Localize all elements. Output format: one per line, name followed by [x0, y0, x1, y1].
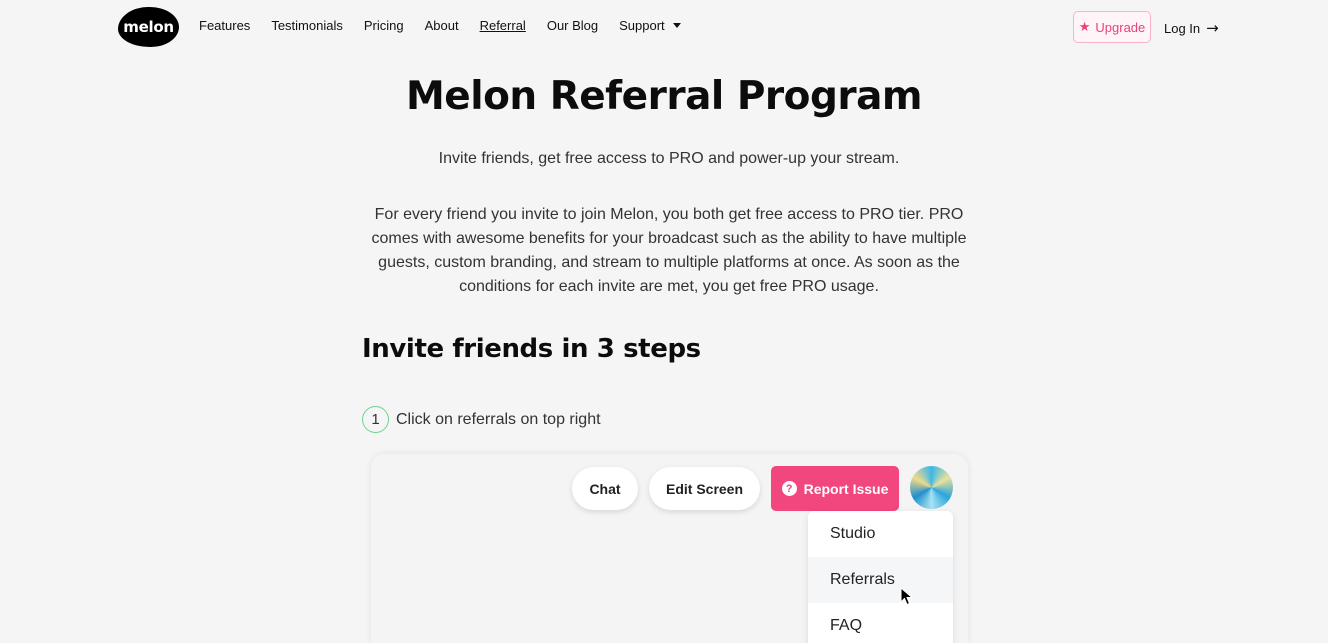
edit-screen-button: Edit Screen — [649, 467, 760, 510]
menu-item-referrals: Referrals — [808, 557, 953, 603]
star-icon: ★ — [1078, 19, 1091, 34]
nav-link-about[interactable]: About — [425, 18, 459, 33]
caret-down-icon — [672, 23, 681, 28]
page-subtitle: Invite friends, get free access to PRO a… — [438, 150, 900, 167]
support-label: Support — [619, 18, 665, 33]
step-1-text: Click on referrals on top right — [396, 410, 601, 428]
login-label: Log In — [1164, 20, 1201, 36]
upgrade-label: Upgrade — [1095, 19, 1146, 35]
nav-link-testimonials[interactable]: Testimonials — [271, 18, 343, 33]
arrow-right-icon: → — [1206, 19, 1219, 37]
report-issue-button: ? Report Issue — [771, 466, 899, 511]
upgrade-button[interactable]: ★ Upgrade — [1073, 11, 1151, 43]
nav-links: Features Testimonials Pricing About Refe… — [199, 18, 702, 33]
nav-support-dropdown[interactable]: Support — [619, 18, 681, 33]
nav-link-pricing[interactable]: Pricing — [364, 18, 404, 33]
step-1: 1 Click on referrals on top right — [362, 406, 601, 433]
login-link[interactable]: Log In → — [1164, 19, 1219, 37]
page-title: Melon Referral Program — [405, 74, 923, 119]
profile-dropdown-menu: Studio Referrals FAQ — [808, 511, 953, 643]
instruction-screenshot: Chat Edit Screen ? Report Issue Studio R… — [371, 454, 968, 643]
nav-link-features[interactable]: Features — [199, 18, 250, 33]
program-description: For every friend you invite to join Melo… — [371, 206, 967, 295]
nav-link-referral[interactable]: Referral — [480, 18, 526, 33]
steps-heading: Invite friends in 3 steps — [362, 334, 701, 364]
step-number-badge: 1 — [362, 406, 389, 433]
menu-item-studio: Studio — [830, 525, 876, 542]
top-navigation: melon Features Testimonials Pricing Abou… — [0, 0, 1328, 52]
nav-link-blog[interactable]: Our Blog — [547, 18, 598, 33]
report-issue-label: Report Issue — [803, 480, 889, 497]
avatar — [910, 466, 953, 509]
chat-button: Chat — [572, 467, 638, 510]
melon-logo[interactable]: melon — [118, 7, 179, 47]
question-icon: ? — [781, 481, 797, 496]
menu-item-faq: FAQ — [830, 617, 863, 634]
